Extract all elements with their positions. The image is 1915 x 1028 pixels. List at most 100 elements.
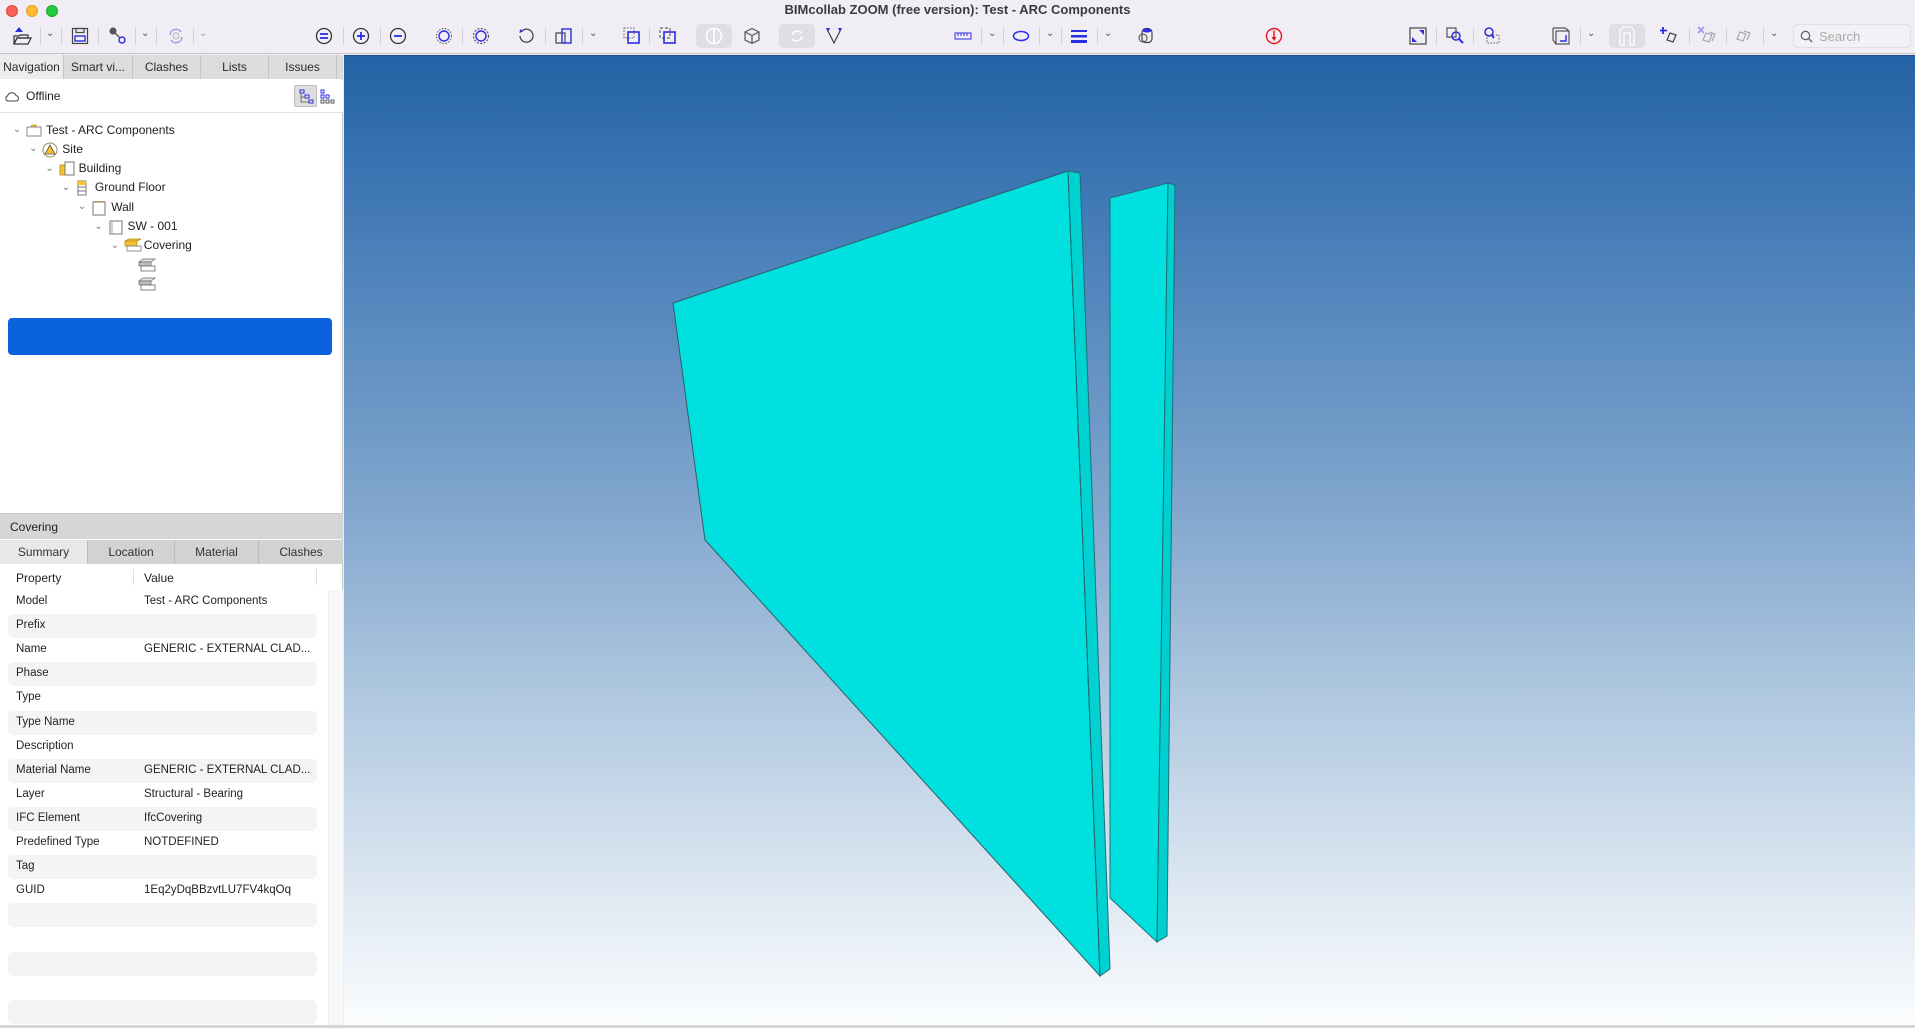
expand-chevron-icon[interactable]: ⌄ [10,124,24,135]
expand-chevron-icon[interactable]: ⌄ [92,221,106,232]
cladding-panel-back[interactable] [1109,182,1176,944]
tree-item[interactable]: ⌄ Wall [75,197,134,216]
sync-dropdown-chevron-icon[interactable]: ⌄ [199,28,209,42]
property-row[interactable] [8,927,317,951]
cladding-panel-front[interactable] [672,170,1111,978]
expand-chevron-icon[interactable]: ⌄ [75,201,89,212]
ellipse-button[interactable] [1009,24,1033,48]
property-row[interactable] [8,999,317,1024]
lines-dropdown-chevron-icon[interactable]: ⌄ [1104,28,1114,42]
tree-item[interactable]: ⌄ Covering [108,236,192,255]
tree-view-button[interactable] [294,85,317,107]
search-input[interactable] [1819,28,1909,44]
expand-chevron-icon[interactable]: ⌄ [43,163,57,174]
expand-chevron-icon[interactable]: ⌄ [108,240,122,251]
reset-view-button[interactable] [514,24,538,48]
save-button[interactable] [68,24,92,48]
toolbar-separator [649,28,650,44]
box-button[interactable] [740,24,764,48]
markup-button[interactable] [1732,24,1756,48]
alert-button[interactable] [1262,24,1286,48]
3d-box-dropdown-chevron-icon[interactable]: ⌄ [1587,28,1597,42]
tab-clashes[interactable]: Clashes [133,55,201,79]
views-button[interactable] [552,24,576,48]
property-row[interactable]: Layer Structural - Bearing [8,783,317,807]
grid-view-button[interactable] [320,89,338,105]
property-row[interactable]: Description [8,735,317,759]
zoom-out-button[interactable] [386,24,410,48]
tab-navigation[interactable]: Navigation [0,55,64,79]
toolbar-separator [343,28,344,44]
tree-item[interactable]: GENERIC - EXTERNAL CLADD... [136,255,343,274]
column-divider[interactable] [133,569,134,585]
sync-button[interactable] [164,24,188,48]
3d-viewport[interactable] [344,55,1915,1025]
zoom-selection-button[interactable] [1443,24,1467,48]
tab-smart-views[interactable]: Smart vi... [64,55,133,79]
focus-all-button[interactable] [469,24,493,48]
property-row[interactable]: IFC Element IfcCovering [8,806,317,831]
property-row[interactable] [8,976,317,1000]
open-dropdown-chevron-icon[interactable]: ⌄ [46,28,56,42]
measure-button[interactable] [951,24,975,48]
expand-chevron-icon[interactable]: ⌄ [59,182,73,193]
fullscreen-button[interactable] [1406,24,1430,48]
tab-issues[interactable]: Issues [269,55,337,79]
connection-status-bar: Offline [0,80,343,113]
transparency-button[interactable] [1134,24,1158,48]
property-row[interactable]: Phase [8,662,317,687]
property-row[interactable]: Prefix [8,614,317,639]
property-row[interactable] [8,903,317,928]
ellipse-dropdown-chevron-icon[interactable]: ⌄ [1046,28,1056,42]
tree-item[interactable]: GENERIC - EXTERNAL CLADD... [136,274,343,293]
property-row[interactable]: Name GENERIC - EXTERNAL CLAD... [8,638,317,662]
zoom-window-button[interactable] [1480,24,1504,48]
front-panel-face[interactable] [672,170,1101,978]
tree-item[interactable]: ⌄ SW - 001 [92,217,178,236]
connect-dropdown-chevron-icon[interactable]: ⌄ [141,28,151,42]
measure-dropdown-chevron-icon[interactable]: ⌄ [988,28,998,42]
tab-summary[interactable]: Summary [0,540,88,564]
lines-button[interactable] [1067,24,1091,48]
split-button[interactable] [822,24,846,48]
expand-chevron-icon[interactable]: ⌄ [26,143,40,154]
split-icon [826,28,842,45]
tree-item[interactable]: ⌄ Ground Floor [59,178,166,197]
tree-item[interactable]: ⌄ Test - ARC Components [10,120,175,139]
zoom-in-button[interactable] [349,24,373,48]
markup-dropdown-chevron-icon[interactable]: ⌄ [1770,28,1780,42]
property-row[interactable]: Type [8,686,317,710]
3d-box-button[interactable] [1549,24,1573,48]
model-canvas[interactable] [344,56,1915,1026]
column-header-property[interactable]: Property [16,571,61,585]
property-row[interactable]: GUID 1Eq2yDqBBzvtLU7FV4kqOq [8,879,317,903]
tab-material[interactable]: Material [175,540,259,564]
property-row[interactable] [8,951,317,976]
property-row[interactable]: Tag [8,855,317,880]
search-field[interactable] [1793,24,1911,48]
rotate-button[interactable] [779,24,815,48]
tab-location[interactable]: Location [88,540,175,564]
remove-markup-button[interactable] [1695,24,1719,48]
fit-all-button[interactable] [312,24,336,48]
views-dropdown-chevron-icon[interactable]: ⌄ [589,28,599,42]
select-window-button[interactable] [620,24,644,48]
column-header-value[interactable]: Value [144,571,174,585]
tab-clashes-properties[interactable]: Clashes [259,540,343,564]
property-row[interactable]: Model Test - ARC Components [8,590,317,614]
property-row[interactable]: Predefined Type NOTDEFINED [8,831,317,855]
section-button[interactable] [696,24,732,48]
property-row[interactable]: Material Name GENERIC - EXTERNAL CLAD... [8,758,317,783]
tab-lists[interactable]: Lists [201,55,269,79]
open-model-button[interactable] [10,24,34,48]
add-markup-button[interactable] [1658,24,1682,48]
walk-button[interactable] [1609,24,1645,48]
tree-item[interactable]: ⌄ Building [43,159,121,178]
focus-button[interactable] [432,24,456,48]
column-divider[interactable] [316,569,317,585]
connect-button[interactable] [106,24,130,48]
tree-item[interactable]: ⌄ Site [26,139,83,158]
select-cross-button[interactable] [656,24,680,48]
property-row[interactable]: Type Name [8,710,317,735]
properties-scrollbar[interactable] [328,590,343,1025]
